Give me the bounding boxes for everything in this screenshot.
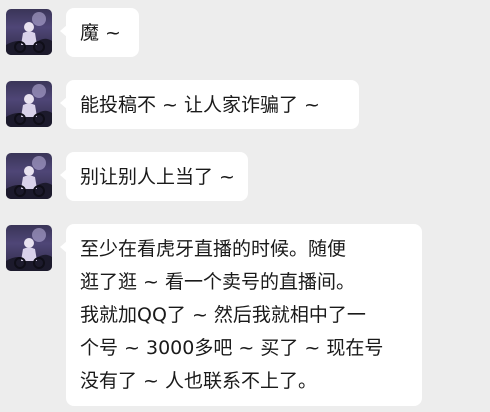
message-text-line: 没有了 ~ 人也联系不上了。 xyxy=(80,370,317,392)
message-text-line: 逛了逛 ~ 看一个卖号的直播间。 xyxy=(80,271,355,293)
chat-message-list: 魔 ~ 能投稿不 ~ 让人家诈骗了 ~ 别让别人上当了 ~ 至少在看虎牙直播的时… xyxy=(0,0,490,412)
message-text-line: 至少在看虎牙直播的时候。随便 xyxy=(80,238,347,260)
message-bubble: 别让别人上当了 ~ xyxy=(60,152,248,201)
message-text-line: 我就加QQ了 ~ 然后我就相中了一 xyxy=(80,304,366,326)
message-bubble: 至少在看虎牙直播的时候。随便 逛了逛 ~ 看一个卖号的直播间。 我就加QQ了 ~… xyxy=(60,224,422,406)
message-text-line: 个号 ~ 3000多吧 ~ 买了 ~ 现在号 xyxy=(80,337,384,359)
avatar-icon[interactable] xyxy=(6,153,52,199)
message-text: 别让别人上当了 ~ xyxy=(80,166,235,188)
message-bubble: 能投稿不 ~ 让人家诈骗了 ~ xyxy=(60,80,359,129)
avatar-icon[interactable] xyxy=(6,81,52,127)
message-bubble: 魔 ~ xyxy=(60,8,139,57)
avatar-icon[interactable] xyxy=(6,225,52,271)
message-text: 能投稿不 ~ 让人家诈骗了 ~ xyxy=(80,94,320,116)
message-text: 魔 ~ xyxy=(80,22,121,44)
avatar-icon[interactable] xyxy=(6,9,52,55)
